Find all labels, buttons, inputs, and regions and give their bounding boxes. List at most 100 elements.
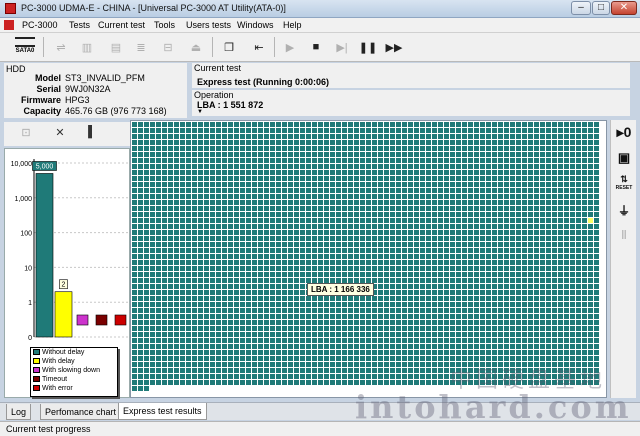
lba-block-cell[interactable] [354,266,359,271]
lba-block-cell[interactable] [192,302,197,307]
lba-block-cell[interactable] [576,344,581,349]
lba-block-cell[interactable] [180,254,185,259]
lba-block-cell[interactable] [294,242,299,247]
lba-block-cell[interactable] [546,332,551,337]
lba-block-cell[interactable] [384,176,389,181]
lba-block-cell[interactable] [546,194,551,199]
lba-block-cell[interactable] [228,194,233,199]
lba-block-cell[interactable] [438,380,443,385]
lba-block-cell[interactable] [558,314,563,319]
lba-block-cell[interactable] [390,146,395,151]
lba-block-cell[interactable] [210,140,215,145]
lba-block-cell[interactable] [570,146,575,151]
lba-block-cell[interactable] [504,164,509,169]
lba-block-cell[interactable] [306,374,311,379]
lba-block-cell[interactable] [270,200,275,205]
lba-block-cell[interactable] [312,236,317,241]
lba-block-cell[interactable] [324,260,329,265]
lba-block-cell[interactable] [498,332,503,337]
lba-block-cell[interactable] [360,242,365,247]
lba-block-cell[interactable] [498,206,503,211]
lba-block-cell[interactable] [252,158,257,163]
lba-block-cell[interactable] [414,176,419,181]
lba-block-cell[interactable] [300,296,305,301]
lba-block-cell[interactable] [456,380,461,385]
lba-block-cell[interactable] [504,206,509,211]
lba-block-cell[interactable] [468,140,473,145]
lba-block-cell[interactable] [300,128,305,133]
lba-block-cell[interactable] [264,212,269,217]
lba-block-cell[interactable] [156,170,161,175]
lba-block-cell[interactable] [504,332,509,337]
lba-block-cell[interactable] [252,218,257,223]
lba-block-cell[interactable] [276,170,281,175]
lba-block-cell[interactable] [372,164,377,169]
lba-block-cell[interactable] [384,320,389,325]
lba-block-cell[interactable] [444,314,449,319]
lba-block-cell[interactable] [426,146,431,151]
lba-block-cell[interactable] [354,242,359,247]
lba-block-cell[interactable] [528,188,533,193]
lba-block-cell[interactable] [540,218,545,223]
lba-block-cell[interactable] [546,188,551,193]
lba-block-cell[interactable] [540,134,545,139]
lba-block-cell[interactable] [372,176,377,181]
lba-block-cell[interactable] [504,344,509,349]
lba-block-cell[interactable] [522,326,527,331]
lba-block-cell[interactable] [366,344,371,349]
lba-block-cell[interactable] [534,206,539,211]
lba-block-cell[interactable] [576,200,581,205]
lba-block-cell[interactable] [216,170,221,175]
lba-block-cell[interactable] [588,254,593,259]
lba-block-cell[interactable] [546,182,551,187]
lba-block-cell[interactable] [282,176,287,181]
lba-block-cell[interactable] [294,182,299,187]
exit-icon[interactable]: ⇤ [248,36,270,58]
lba-block-cell[interactable] [528,362,533,367]
lba-block-cell[interactable] [432,200,437,205]
lba-block-cell[interactable] [414,308,419,313]
lba-block-cell[interactable] [276,332,281,337]
lba-block-cell[interactable] [534,176,539,181]
lba-block-cell[interactable] [480,134,485,139]
lba-block-cell[interactable] [564,356,569,361]
lba-block-cell[interactable] [396,266,401,271]
lba-block-cell[interactable] [444,320,449,325]
lba-block-cell[interactable] [528,308,533,313]
lba-block-cell[interactable] [438,314,443,319]
lba-block-cell[interactable] [294,194,299,199]
lba-block-cell[interactable] [258,212,263,217]
lba-block-cell[interactable] [528,326,533,331]
lba-block-cell[interactable] [270,194,275,199]
lba-block-cell[interactable] [282,194,287,199]
lba-block-cell[interactable] [558,212,563,217]
lba-block-cell[interactable] [228,344,233,349]
lba-block-cell[interactable] [570,284,575,289]
lba-block-cell[interactable] [156,296,161,301]
lba-block-cell[interactable] [438,164,443,169]
lba-block-cell[interactable] [486,314,491,319]
lba-block-cell[interactable] [258,140,263,145]
lba-block-cell[interactable] [462,236,467,241]
lba-block-cell[interactable] [132,152,137,157]
lba-block-cell[interactable] [582,302,587,307]
lba-block-cell[interactable] [594,140,599,145]
lba-block-cell[interactable] [186,278,191,283]
lba-block-cell[interactable] [216,164,221,169]
lba-block-cell[interactable] [162,194,167,199]
lba-block-cell[interactable] [162,122,167,127]
lba-block-cell[interactable] [528,140,533,145]
lba-block-cell[interactable] [330,272,335,277]
lba-block-cell[interactable] [174,182,179,187]
lba-block-cell[interactable] [540,206,545,211]
lba-block-cell[interactable] [240,284,245,289]
lba-block-cell[interactable] [396,302,401,307]
lba-block-cell[interactable] [594,164,599,169]
lba-block-cell[interactable] [462,152,467,157]
lba-block-cell[interactable] [270,260,275,265]
lba-block-cell[interactable] [168,236,173,241]
lba-block-cell[interactable] [348,200,353,205]
lba-block-cell[interactable] [144,386,149,391]
lba-block-cell[interactable] [294,278,299,283]
lba-block-cell[interactable] [240,332,245,337]
